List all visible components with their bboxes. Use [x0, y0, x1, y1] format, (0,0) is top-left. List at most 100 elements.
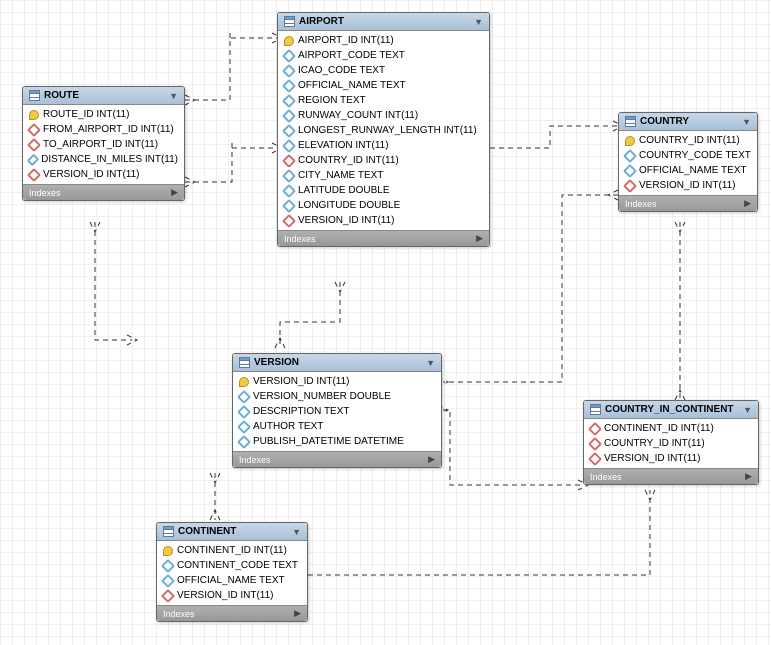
fk-icon	[27, 137, 41, 151]
entity-header[interactable]: AIRPORT ▼	[278, 13, 489, 31]
column-list: CONTINENT_ID INT(11) CONTINENT_CODE TEXT…	[157, 541, 307, 605]
chevron-down-icon: ▼	[426, 358, 435, 368]
entity-country[interactable]: COUNTRY ▼ COUNTRY_ID INT(11) COUNTRY_COD…	[618, 112, 758, 212]
fk-icon	[161, 588, 175, 602]
fk-icon	[282, 213, 296, 227]
entity-header[interactable]: CONTINENT ▼	[157, 523, 307, 541]
col-icon	[623, 163, 637, 177]
column-list: COUNTRY_ID INT(11) COUNTRY_CODE TEXT OFF…	[619, 131, 757, 195]
column-row: OFFICIAL_NAME TEXT	[157, 573, 307, 588]
column-row: TO_AIRPORT_ID INT(11)	[23, 137, 184, 152]
column-row: VERSION_ID INT(11)	[584, 451, 758, 466]
column-row: LONGEST_RUNWAY_LENGTH INT(11)	[278, 123, 489, 138]
fk-icon	[623, 178, 637, 192]
col-icon	[237, 389, 251, 403]
column-row: VERSION_ID INT(11)	[23, 167, 184, 182]
column-row: REGION TEXT	[278, 93, 489, 108]
key-icon	[625, 136, 635, 146]
col-icon	[282, 78, 296, 92]
column-row: COUNTRY_ID INT(11)	[584, 436, 758, 451]
col-icon	[237, 434, 251, 448]
col-icon	[282, 138, 296, 152]
column-row: CONTINENT_ID INT(11)	[157, 543, 307, 558]
column-row: COUNTRY_CODE TEXT	[619, 148, 757, 163]
fk-icon	[588, 421, 602, 435]
column-row: CITY_NAME TEXT	[278, 168, 489, 183]
entity-title: AIRPORT	[299, 16, 344, 27]
column-row: COUNTRY_ID INT(11)	[619, 133, 757, 148]
column-row: ELEVATION INT(11)	[278, 138, 489, 153]
column-row: VERSION_ID INT(11)	[157, 588, 307, 603]
table-icon	[590, 404, 601, 415]
fk-icon	[27, 167, 41, 181]
entity-header[interactable]: COUNTRY ▼	[619, 113, 757, 131]
entity-footer[interactable]: Indexes▶	[619, 195, 757, 211]
fk-icon	[588, 451, 602, 465]
col-icon	[282, 168, 296, 182]
entity-header[interactable]: COUNTRY_IN_CONTINENT ▼	[584, 401, 758, 419]
column-row: PUBLISH_DATETIME DATETIME	[233, 434, 441, 449]
entity-continent[interactable]: CONTINENT ▼ CONTINENT_ID INT(11) CONTINE…	[156, 522, 308, 622]
chevron-right-icon: ▶	[428, 454, 435, 465]
col-icon	[282, 63, 296, 77]
col-icon	[282, 198, 296, 212]
entity-footer[interactable]: Indexes▶	[233, 451, 441, 467]
chevron-down-icon: ▼	[742, 117, 751, 127]
col-icon	[161, 573, 175, 587]
column-row: DISTANCE_IN_MILES INT(11)	[23, 152, 184, 167]
column-row: ROUTE_ID INT(11)	[23, 107, 184, 122]
chevron-right-icon: ▶	[745, 471, 752, 482]
chevron-down-icon: ▼	[743, 405, 752, 415]
table-icon	[163, 526, 174, 537]
entity-title: COUNTRY_IN_CONTINENT	[605, 404, 734, 415]
entity-footer[interactable]: Indexes▶	[23, 184, 184, 200]
column-row: VERSION_NUMBER DOUBLE	[233, 389, 441, 404]
chevron-down-icon: ▼	[292, 527, 301, 537]
chevron-right-icon: ▶	[744, 198, 751, 209]
column-row: OFFICIAL_NAME TEXT	[619, 163, 757, 178]
col-icon	[237, 404, 251, 418]
col-icon	[237, 419, 251, 433]
fk-icon	[27, 122, 41, 136]
column-list: VERSION_ID INT(11) VERSION_NUMBER DOUBLE…	[233, 372, 441, 451]
entity-title: COUNTRY	[640, 116, 689, 127]
entity-footer[interactable]: Indexes▶	[278, 230, 489, 246]
entity-country-in-continent[interactable]: COUNTRY_IN_CONTINENT ▼ CONTINENT_ID INT(…	[583, 400, 759, 485]
column-row: LONGITUDE DOUBLE	[278, 198, 489, 213]
column-row: AIRPORT_ID INT(11)	[278, 33, 489, 48]
entity-footer[interactable]: Indexes▶	[584, 468, 758, 484]
col-icon	[282, 93, 296, 107]
entity-footer[interactable]: Indexes▶	[157, 605, 307, 621]
col-icon	[623, 148, 637, 162]
col-icon	[282, 183, 296, 197]
chevron-right-icon: ▶	[476, 233, 483, 244]
col-icon	[27, 153, 40, 166]
column-row: VERSION_ID INT(11)	[233, 374, 441, 389]
key-icon	[163, 546, 173, 556]
column-row: VERSION_ID INT(11)	[619, 178, 757, 193]
column-list: CONTINENT_ID INT(11) COUNTRY_ID INT(11) …	[584, 419, 758, 468]
column-row: AIRPORT_CODE TEXT	[278, 48, 489, 63]
chevron-down-icon: ▼	[169, 91, 178, 101]
column-row: ICAO_CODE TEXT	[278, 63, 489, 78]
entity-header[interactable]: ROUTE ▼	[23, 87, 184, 105]
column-row: FROM_AIRPORT_ID INT(11)	[23, 122, 184, 137]
fk-icon	[588, 436, 602, 450]
entity-route[interactable]: ROUTE ▼ ROUTE_ID INT(11) FROM_AIRPORT_ID…	[22, 86, 185, 201]
column-row: CONTINENT_ID INT(11)	[584, 421, 758, 436]
key-icon	[239, 377, 249, 387]
chevron-down-icon: ▼	[474, 17, 483, 27]
table-icon	[239, 357, 250, 368]
fk-icon	[282, 153, 296, 167]
col-icon	[282, 48, 296, 62]
entity-header[interactable]: VERSION ▼	[233, 354, 441, 372]
column-row: LATITUDE DOUBLE	[278, 183, 489, 198]
entity-airport[interactable]: AIRPORT ▼ AIRPORT_ID INT(11) AIRPORT_COD…	[277, 12, 490, 247]
column-row: AUTHOR TEXT	[233, 419, 441, 434]
entity-title: VERSION	[254, 357, 299, 368]
entity-version[interactable]: VERSION ▼ VERSION_ID INT(11) VERSION_NUM…	[232, 353, 442, 468]
chevron-right-icon: ▶	[294, 608, 301, 619]
table-icon	[29, 90, 40, 101]
column-row: CONTINENT_CODE TEXT	[157, 558, 307, 573]
entity-title: ROUTE	[44, 90, 79, 101]
